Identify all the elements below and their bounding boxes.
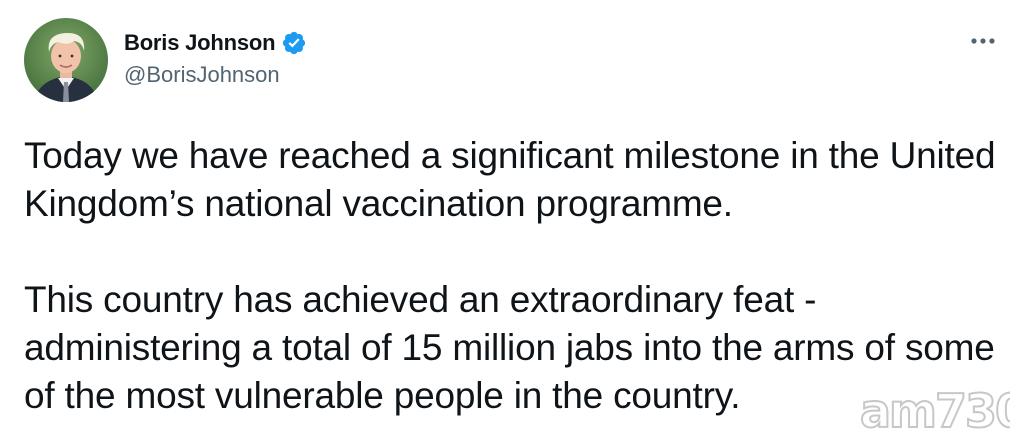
tweet-text: Today we have reached a significant mile… xyxy=(24,132,1004,420)
am730-watermark-logo: am730 xyxy=(859,379,1024,439)
tweet-card: Boris Johnson @BorisJohnson Today we hav… xyxy=(0,0,1024,445)
author-display-name[interactable]: Boris Johnson xyxy=(124,30,276,56)
avatar-image xyxy=(24,18,108,102)
author-handle[interactable]: @BorisJohnson xyxy=(124,62,307,88)
author-info: Boris Johnson @BorisJohnson xyxy=(124,28,307,88)
author-name-row[interactable]: Boris Johnson xyxy=(124,28,307,58)
verified-badge-icon xyxy=(281,30,307,56)
tweet-paragraph: This country has achieved an extraordina… xyxy=(24,279,995,416)
more-options-icon[interactable] xyxy=(966,30,1000,52)
author-avatar[interactable] xyxy=(24,18,108,102)
tweet-paragraph: Today we have reached a significant mile… xyxy=(24,135,996,224)
svg-text:am730: am730 xyxy=(860,384,1010,438)
